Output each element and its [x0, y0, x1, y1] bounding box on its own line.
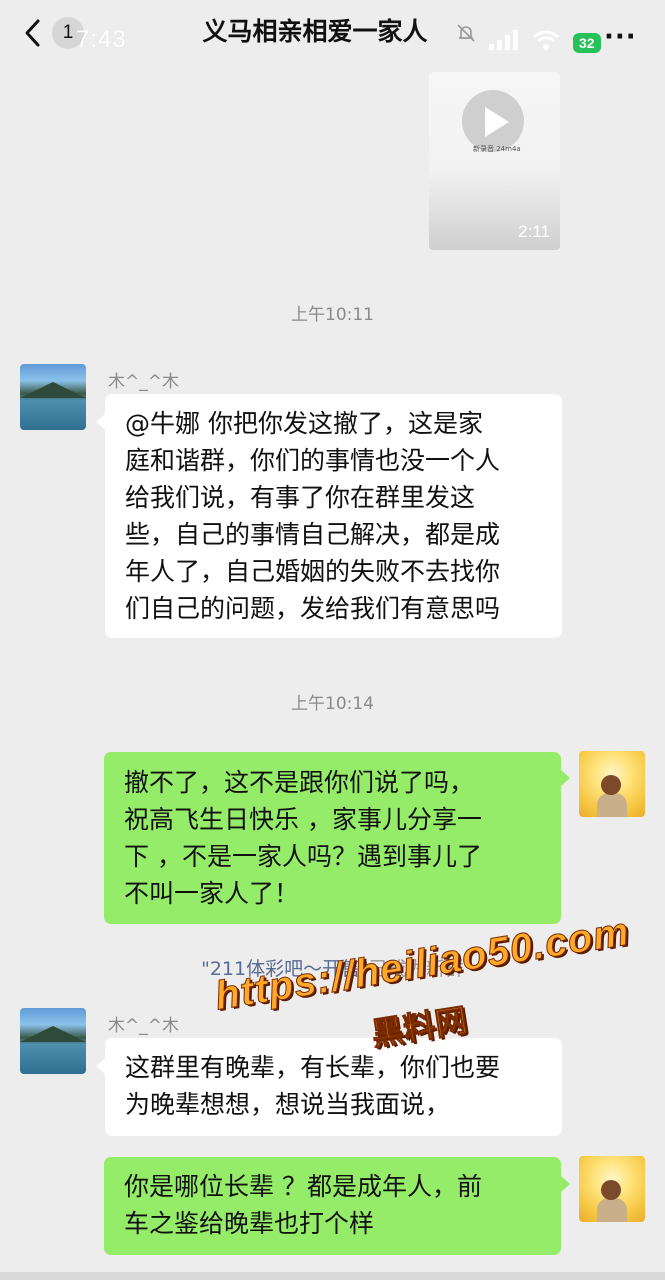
message-bubble[interactable]: 撤不了，这不是跟你们说了吗， 祝高飞生日快乐 ，家事儿分享一 下 ，不是一家人吗… — [104, 752, 561, 924]
message-line: 下 ，不是一家人吗？遇到事儿了 — [124, 842, 482, 871]
video-message[interactable]: 新录音 24m4a 2:11 — [429, 72, 560, 250]
message-bubble[interactable]: 你是哪位长辈 ？都是成年人，前 车之鉴给晚辈也打个样 — [104, 1157, 561, 1255]
avatar[interactable] — [20, 364, 86, 430]
message-line: 撤不了，这不是跟你们说了吗， — [124, 768, 475, 797]
message-bubble[interactable]: 这群里有晚辈，有长辈，你们也要 为晚辈想想，想说当我面说， — [105, 1038, 562, 1136]
sender-name: 木^_^木 — [108, 372, 179, 392]
bubble-tail — [96, 414, 105, 430]
avatar[interactable] — [579, 751, 645, 817]
message-line: 们自己的问题，发给我们有意思吗 — [125, 594, 501, 623]
bubble-tail — [561, 1176, 570, 1192]
bubble-tail — [96, 1058, 105, 1074]
video-caption: 新录音 24m4a — [473, 145, 521, 153]
message-line: 不叫一家人了！ — [124, 879, 300, 908]
timestamp: 上午10:14 — [291, 694, 374, 714]
play-triangle-icon — [485, 107, 509, 137]
status-clock: 7:43 — [76, 26, 127, 53]
message-line: 些，自己的事情自己解决，都是成 — [125, 520, 501, 549]
message-line: 这群里有晚辈，有长辈，你们也要 — [125, 1053, 501, 1082]
message-line: 为晚辈想想，想说当我面说， — [125, 1090, 451, 1119]
message-line: 年人了，自己婚姻的失败不去找你 — [125, 557, 501, 586]
message-bubble[interactable]: @牛娜 你把你发这撤了，这是家 庭和谐群，你们的事情也没一个人 给我们说，有事了… — [105, 394, 562, 638]
mute-bell-icon — [455, 22, 477, 44]
message-line: 给我们说，有事了你在群里发这 — [125, 483, 476, 512]
message-line: @牛娜 你把你发这撤了，这是家 — [125, 409, 483, 438]
bottom-divider — [0, 1272, 665, 1280]
message-line: 你是哪位长辈 ？都是成年人，前 — [124, 1172, 482, 1201]
battery-indicator: 32 — [573, 33, 601, 53]
timestamp: 上午10:11 — [291, 305, 374, 325]
avatar[interactable] — [20, 1008, 86, 1074]
message-line: 车之鉴给晚辈也打个样 — [124, 1209, 375, 1238]
video-duration: 2:11 — [518, 222, 550, 241]
chat-title[interactable]: 义马相亲相爱一家人 — [150, 14, 480, 50]
bubble-tail — [561, 770, 570, 786]
message-line: 庭和谐群，你们的事情也没一个人 — [125, 446, 501, 475]
sender-name: 木^_^木 — [108, 1016, 179, 1036]
signal-icon — [488, 30, 520, 54]
message-line: 祝高飞生日快乐 ，家事儿分享一 — [124, 805, 482, 834]
back-arrow-icon[interactable] — [22, 18, 44, 48]
wifi-icon — [532, 29, 560, 55]
more-options-icon[interactable]: ··· — [604, 22, 637, 52]
avatar[interactable] — [579, 1156, 645, 1222]
